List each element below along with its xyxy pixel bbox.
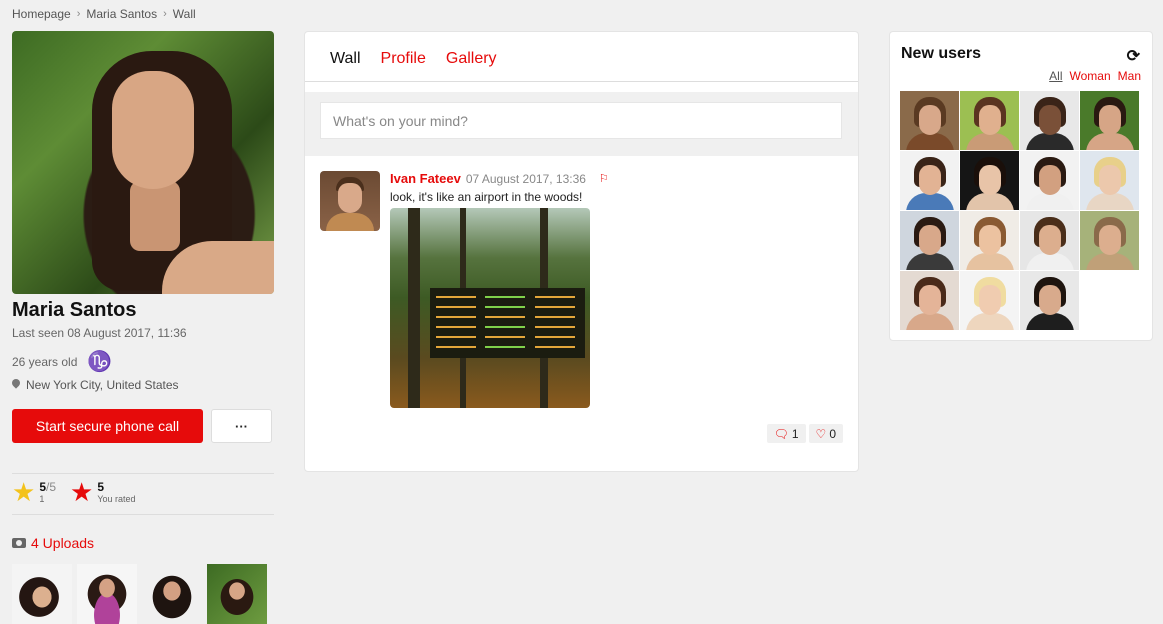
- uploads-thumbnails: [12, 564, 274, 624]
- gender-filters: All Woman Man: [1049, 69, 1141, 83]
- your-rating-value: 5: [97, 480, 105, 494]
- wall-panel: Wall Profile Gallery Ivan Fateev 07 Augu…: [304, 31, 859, 472]
- comment-count: 1: [791, 426, 799, 441]
- profile-column: Maria Santos Last seen 08 August 2017, 1…: [12, 31, 274, 624]
- more-button[interactable]: ···: [211, 409, 272, 443]
- user-thumbnail[interactable]: [900, 271, 959, 330]
- heart-icon: ♡: [815, 426, 827, 441]
- camera-icon: [12, 538, 26, 548]
- profile-name: Maria Santos: [12, 299, 137, 321]
- user-thumbnail[interactable]: [1020, 151, 1079, 210]
- user-thumbnail[interactable]: [1020, 91, 1079, 150]
- star-icon: ★: [12, 477, 36, 507]
- last-seen: Last seen 08 August 2017, 11:36: [12, 326, 187, 340]
- user-thumbnail[interactable]: [900, 91, 959, 150]
- user-thumbnail[interactable]: [1020, 271, 1079, 330]
- rating-value: 5: [39, 480, 46, 494]
- like-count: 0: [829, 426, 836, 441]
- upload-thumbnail[interactable]: [77, 564, 137, 624]
- tab-profile[interactable]: Profile: [381, 50, 426, 81]
- user-thumbnail[interactable]: [1020, 211, 1079, 270]
- location-pin-icon: [12, 379, 20, 391]
- post-text: look, it's like an airport in the woods!: [390, 190, 583, 204]
- tab-gallery[interactable]: Gallery: [446, 50, 497, 81]
- star-icon: ★: [70, 477, 94, 507]
- upload-thumbnail[interactable]: [142, 564, 202, 624]
- filter-man[interactable]: Man: [1118, 69, 1141, 83]
- your-rating[interactable]: ★ 5 You rated: [70, 477, 136, 507]
- wall-post: Ivan Fateev 07 August 2017, 13:36 ⚐ look…: [305, 156, 858, 458]
- rating-max: /5: [46, 480, 57, 494]
- upload-thumbnail[interactable]: [12, 564, 72, 624]
- post-image[interactable]: [390, 208, 590, 408]
- user-thumbnail[interactable]: [960, 151, 1019, 210]
- user-thumbnail[interactable]: [960, 271, 1019, 330]
- age: 26 years old: [12, 355, 78, 369]
- divider: [12, 473, 274, 474]
- like-button[interactable]: ♡ 0: [808, 424, 843, 443]
- new-users-title: New users: [901, 45, 982, 62]
- post-input[interactable]: [320, 102, 842, 139]
- divider: [12, 514, 274, 515]
- user-thumbnail[interactable]: [900, 151, 959, 210]
- user-thumbnail[interactable]: [1080, 91, 1139, 150]
- filter-all[interactable]: All: [1049, 69, 1062, 83]
- breadcrumb-home[interactable]: Homepage: [12, 7, 71, 21]
- user-thumbnail[interactable]: [1080, 211, 1139, 270]
- uploads-label: 4 Uploads: [31, 535, 95, 551]
- new-users-panel: New users ⟳ All Woman Man: [889, 31, 1153, 341]
- chevron-right-icon: ›: [163, 8, 167, 20]
- user-thumbnail[interactable]: [1080, 151, 1139, 210]
- capricorn-icon: ♑: [87, 351, 113, 373]
- breadcrumb-profile[interactable]: Maria Santos: [86, 7, 157, 21]
- refresh-icon[interactable]: ⟳: [1127, 46, 1140, 66]
- upload-thumbnail[interactable]: [207, 564, 267, 624]
- breadcrumb-current: Wall: [172, 7, 196, 21]
- post-author[interactable]: Ivan Fateev: [390, 171, 461, 186]
- profile-tabs: Wall Profile Gallery: [305, 32, 858, 82]
- user-thumbnail[interactable]: [960, 91, 1019, 150]
- breadcrumb: Homepage › Maria Santos › Wall: [12, 7, 196, 21]
- composer: [305, 92, 858, 156]
- new-users-grid: [900, 91, 1139, 330]
- user-thumbnail[interactable]: [960, 211, 1019, 270]
- uploads-link[interactable]: 4 Uploads: [12, 535, 274, 551]
- tab-wall[interactable]: Wall: [330, 50, 361, 81]
- rating-count: 1: [39, 494, 45, 504]
- report-flag-icon[interactable]: ⚐: [599, 172, 609, 185]
- author-avatar[interactable]: [320, 171, 380, 231]
- profile-photo[interactable]: [12, 31, 274, 294]
- filter-woman[interactable]: Woman: [1070, 69, 1111, 83]
- post-time: 07 August 2017, 13:36: [465, 171, 586, 186]
- comment-button[interactable]: 🗨 1: [766, 424, 806, 443]
- chevron-right-icon: ›: [76, 8, 81, 20]
- location: New York City, United States: [26, 378, 179, 392]
- comment-icon: 🗨: [773, 426, 789, 441]
- user-thumbnail[interactable]: [900, 211, 959, 270]
- rating-section: ★ 5/5 1 ★ 5 You rated: [12, 477, 274, 507]
- start-call-button[interactable]: Start secure phone call: [12, 409, 203, 443]
- your-rating-label: You rated: [97, 494, 136, 504]
- post-actions: 🗨 1 ♡ 0: [390, 424, 843, 443]
